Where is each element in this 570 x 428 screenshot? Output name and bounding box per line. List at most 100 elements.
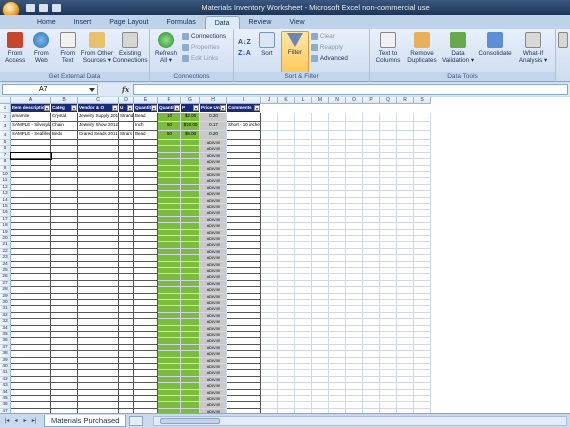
table-cell[interactable] bbox=[278, 122, 295, 131]
save-icon[interactable] bbox=[26, 3, 35, 12]
table-cell[interactable] bbox=[295, 131, 312, 140]
table-cell[interactable]: $2.00 bbox=[181, 113, 200, 122]
next-sheet-icon[interactable]: ▸ bbox=[21, 417, 29, 426]
filter-dropdown-icon[interactable] bbox=[174, 105, 180, 111]
column-header-l[interactable]: L bbox=[295, 97, 312, 104]
column-header-d[interactable]: D bbox=[119, 97, 134, 104]
prev-sheet-icon[interactable]: ◂ bbox=[12, 417, 20, 426]
table-cell[interactable]: Crystal bbox=[51, 113, 78, 122]
table-header-cell[interactable]: Vendor & O bbox=[78, 104, 119, 113]
tab-page-layout[interactable]: Page Layout bbox=[100, 16, 157, 29]
filter-dropdown-icon[interactable] bbox=[220, 105, 226, 111]
name-box[interactable]: A7 bbox=[2, 84, 98, 95]
table-cell[interactable]: Inch bbox=[134, 122, 158, 131]
table-cell[interactable] bbox=[380, 113, 397, 122]
advanced-button[interactable]: Advanced bbox=[310, 53, 348, 63]
column-header-s[interactable]: S bbox=[414, 97, 431, 104]
column-header-f[interactable]: F bbox=[158, 97, 181, 104]
filter-dropdown-icon[interactable] bbox=[193, 105, 199, 111]
table-cell[interactable] bbox=[329, 113, 346, 122]
formula-input[interactable] bbox=[133, 84, 568, 95]
table-cell[interactable] bbox=[346, 113, 363, 122]
column-header-c[interactable]: C bbox=[78, 97, 119, 104]
table-cell[interactable]: Jewelry Supply 2011 bbox=[78, 113, 119, 122]
table-cell[interactable] bbox=[397, 113, 414, 122]
tab-insert[interactable]: Insert bbox=[65, 16, 101, 29]
row-header[interactable]: 2 bbox=[0, 113, 11, 122]
table-header-cell[interactable]: Item description bbox=[11, 104, 51, 113]
filter-dropdown-icon[interactable] bbox=[71, 105, 77, 111]
column-header-h[interactable]: H bbox=[200, 97, 227, 104]
tab-home[interactable]: Home bbox=[28, 16, 65, 29]
scroll-thumb[interactable] bbox=[160, 418, 221, 424]
row-header[interactable]: 3 bbox=[0, 122, 11, 131]
table-cell[interactable] bbox=[278, 113, 295, 122]
table-cell[interactable] bbox=[380, 122, 397, 131]
clear-button[interactable]: Clear bbox=[310, 31, 348, 41]
table-cell[interactable] bbox=[414, 122, 431, 131]
table-cell[interactable] bbox=[278, 131, 295, 140]
column-header-k[interactable]: K bbox=[278, 97, 295, 104]
table-cell[interactable] bbox=[227, 131, 261, 140]
table-header-cell[interactable]: P bbox=[181, 104, 200, 113]
table-cell[interactable]: Strand bbox=[119, 113, 134, 122]
column-header-j[interactable]: J bbox=[261, 97, 278, 104]
table-cell[interactable] bbox=[397, 131, 414, 140]
sort-a-to-z-button[interactable]: A↓Z bbox=[238, 37, 251, 47]
table-cell[interactable]: Crared Seads 2011 bbox=[78, 131, 119, 140]
table-cell[interactable]: Bead bbox=[134, 131, 158, 140]
tab-data[interactable]: Data bbox=[204, 16, 240, 29]
tab-formulas[interactable]: Formulas bbox=[158, 16, 205, 29]
table-cell[interactable]: SAMPLE - Seafilled Glass Beads bbox=[11, 131, 51, 140]
table-cell[interactable]: Jewelry Show 2012 bbox=[78, 122, 119, 131]
table-cell[interactable]: SAMPLE - Silverplated chain bbox=[11, 122, 51, 131]
filter-dropdown-icon[interactable] bbox=[44, 105, 50, 111]
table-header-cell[interactable]: Price Unit bbox=[200, 104, 227, 113]
connections-button[interactable]: Connections bbox=[182, 31, 226, 41]
table-cell[interactable] bbox=[261, 122, 278, 131]
table-cell[interactable]: 50 bbox=[158, 131, 181, 140]
column-header-e[interactable]: E bbox=[134, 97, 158, 104]
table-cell[interactable] bbox=[119, 122, 134, 131]
filter-dropdown-icon[interactable] bbox=[151, 105, 157, 111]
table-cell[interactable]: $5.00 bbox=[181, 131, 200, 140]
group-button[interactable] bbox=[558, 31, 568, 82]
column-header-m[interactable]: M bbox=[312, 97, 329, 104]
first-sheet-icon[interactable]: |◂ bbox=[3, 417, 11, 426]
table-cell[interactable]: Short - 10 inches bbox=[227, 122, 261, 131]
horizontal-scrollbar[interactable] bbox=[153, 416, 567, 426]
column-header-r[interactable]: R bbox=[397, 97, 414, 104]
column-header-n[interactable]: N bbox=[329, 97, 346, 104]
column-header-a[interactable]: A bbox=[11, 97, 51, 104]
undo-icon[interactable] bbox=[39, 3, 48, 12]
properties-button[interactable]: Properties bbox=[182, 42, 226, 52]
table-cell[interactable] bbox=[295, 122, 312, 131]
table-header-cell[interactable]: U bbox=[119, 104, 134, 113]
row-header[interactable]: 4 bbox=[0, 131, 11, 140]
table-cell[interactable] bbox=[312, 131, 329, 140]
table-header-cell[interactable]: Quantit On bbox=[158, 104, 181, 113]
tab-review[interactable]: Review bbox=[240, 16, 281, 29]
table-cell[interactable] bbox=[312, 122, 329, 131]
worksheet-grid[interactable]: A B C D E F G H I J K L M N O P Q R S 1 Item description Cate… bbox=[0, 97, 570, 413]
chevron-down-icon[interactable] bbox=[89, 88, 95, 92]
table-header-cell[interactable]: Comments bbox=[227, 104, 261, 113]
table-cell[interactable] bbox=[346, 131, 363, 140]
table-cell[interactable] bbox=[10, 151, 52, 161]
tab-view[interactable]: View bbox=[280, 16, 313, 29]
table-cell[interactable] bbox=[312, 113, 329, 122]
table-cell[interactable] bbox=[346, 122, 363, 131]
table-cell[interactable]: Chain bbox=[51, 122, 78, 131]
column-header-b[interactable]: B bbox=[51, 97, 78, 104]
column-header-i[interactable]: I bbox=[227, 97, 261, 104]
fx-icon[interactable]: fx bbox=[122, 85, 129, 94]
table-cell[interactable] bbox=[261, 131, 278, 140]
edit-links-button[interactable]: Edit Links bbox=[182, 53, 226, 63]
redo-icon[interactable] bbox=[52, 3, 61, 12]
table-cell[interactable] bbox=[261, 113, 278, 122]
table-cell[interactable]: Bead bbox=[134, 113, 158, 122]
table-cell[interactable] bbox=[363, 113, 380, 122]
filter-dropdown-icon[interactable] bbox=[254, 105, 260, 111]
table-cell[interactable]: 0.17 bbox=[200, 122, 227, 131]
table-cell[interactable]: Beds bbox=[51, 131, 78, 140]
